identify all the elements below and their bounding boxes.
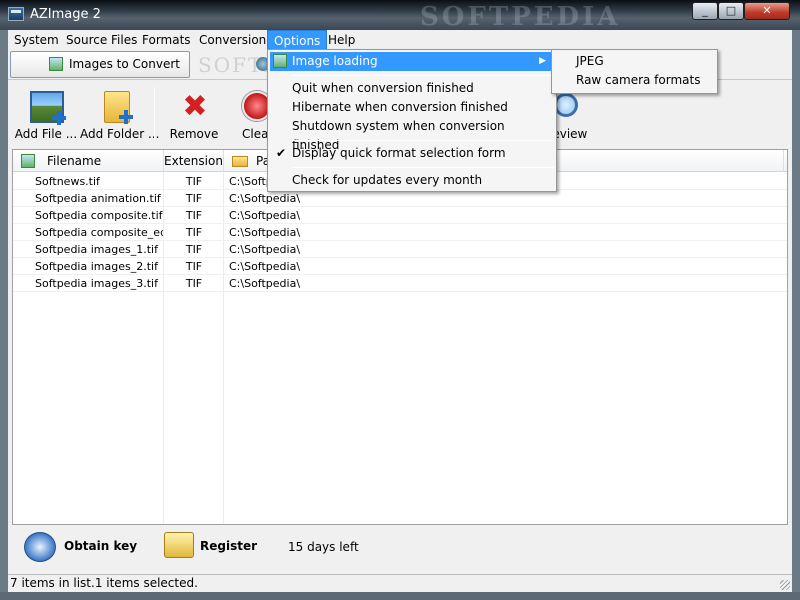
cell-extension: TIF: [185, 243, 203, 256]
image-column-icon: [21, 154, 35, 168]
cell-extension: TIF: [185, 277, 203, 290]
cell-filename: Softpedia composite_edi...: [35, 226, 163, 239]
menu-item-quick-format-label: Display quick format selection form: [292, 146, 506, 160]
close-button[interactable]: ✕: [744, 2, 790, 20]
minimize-button[interactable]: _: [692, 2, 718, 20]
status-bar: 7 items in list.1 items selected.: [8, 574, 792, 592]
submenu-item-jpeg[interactable]: JPEG: [554, 52, 714, 71]
menu-bar: System Source Files Formats Conversion O…: [8, 30, 792, 50]
obtain-key-button[interactable]: Obtain key: [24, 530, 138, 570]
checkmark-icon: ✔: [276, 146, 287, 160]
maximize-button[interactable]: □: [718, 2, 744, 20]
add-folder-icon: [104, 91, 133, 124]
column-extension[interactable]: Extension: [164, 150, 224, 172]
menu-item-image-loading-label: Image loading: [292, 54, 378, 68]
cell-path: C:\Softpedia\: [229, 226, 301, 239]
menu-item-hibernate-when-finished[interactable]: Hibernate when conversion finished: [270, 98, 554, 117]
submenu-arrow-icon: ▶: [539, 56, 546, 66]
cell-filename: Softnews.tif: [35, 175, 100, 188]
cell-extension: TIF: [185, 260, 203, 273]
registration-panel: Obtain key Register 15 days left: [8, 530, 792, 574]
magnifier-icon: [554, 93, 578, 117]
menu-item-quit-when-finished[interactable]: Quit when conversion finished: [270, 79, 554, 98]
menu-separator: [292, 140, 554, 141]
table-row[interactable]: Softpedia images_1.tif TIF C:\Softpedia\: [13, 241, 787, 258]
table-row[interactable]: Softpedia images_2.tif TIF C:\Softpedia\: [13, 258, 787, 275]
cell-extension: TIF: [185, 175, 203, 188]
image-loading-icon: [273, 54, 287, 68]
cell-path: C:\Softpedia\: [229, 243, 301, 256]
menu-item-shutdown-when-finished[interactable]: Shutdown system when conversion finished: [270, 117, 554, 152]
cell-filename: Softpedia images_3.tif: [35, 277, 158, 290]
remove-button[interactable]: ✖ Remove: [158, 87, 230, 143]
app-icon[interactable]: [8, 7, 24, 21]
title-watermark: SOFTPEDIA: [420, 2, 621, 32]
add-file-button[interactable]: Add File ...: [10, 87, 82, 143]
tab-images-to-convert-label: Images to Convert: [69, 57, 180, 71]
key-globe-icon: [24, 532, 56, 562]
table-row[interactable]: Softpedia composite.tif TIF C:\Softpedia…: [13, 207, 787, 224]
cell-path: C:\Softpedia\: [229, 260, 301, 273]
column-filename[interactable]: Filename: [13, 150, 164, 172]
menu-separator: [292, 75, 554, 76]
cell-filename: Softpedia animation.tif: [35, 192, 161, 205]
submenu-item-raw-camera-formats[interactable]: Raw camera formats: [554, 71, 714, 90]
menu-options[interactable]: Options: [267, 30, 328, 50]
trial-days-left: 15 days left: [288, 540, 359, 554]
table-row[interactable]: Softpedia images_3.tif TIF C:\Softpedia\: [13, 275, 787, 292]
menu-item-image-loading[interactable]: Image loading ▶: [270, 52, 554, 71]
options-menu: Image loading ▶ Quit when conversion fin…: [267, 49, 557, 192]
remove-label: Remove: [169, 127, 219, 141]
window-title: AZImage 2: [30, 7, 101, 22]
title-bar[interactable]: AZImage 2 SOFTPEDIA _ □ ✕: [0, 0, 800, 32]
cell-extension: TIF: [185, 192, 203, 205]
menu-formats[interactable]: Formats: [136, 30, 197, 50]
menu-item-quick-format-form[interactable]: ✔ Display quick format selection form: [270, 144, 554, 163]
add-folder-button[interactable]: Add Folder ...: [80, 87, 160, 143]
table-row[interactable]: Softpedia animation.tif TIF C:\Softpedia…: [13, 190, 787, 207]
cell-path: C:\Softpedia\: [229, 192, 301, 205]
cell-path: C:\Softpedia\: [229, 209, 301, 222]
menu-item-check-updates[interactable]: Check for updates every month: [270, 171, 554, 190]
tab-images-to-convert[interactable]: Images to Convert: [10, 51, 190, 78]
menu-system[interactable]: System: [8, 30, 65, 50]
cell-filename: Softpedia images_2.tif: [35, 260, 158, 273]
register-label: Register: [200, 539, 258, 553]
menu-help[interactable]: Help: [322, 30, 361, 50]
column-filename-label: Filename: [47, 154, 102, 168]
file-list[interactable]: Filename Extension Path Softnews.tif TIF…: [12, 149, 788, 525]
image-loading-submenu: JPEG Raw camera formats: [551, 49, 718, 94]
status-text: 7 items in list.1 items selected.: [10, 576, 198, 590]
add-file-label: Add File ...: [14, 127, 78, 141]
cell-path: C:\Softpedia\: [229, 277, 301, 290]
remove-icon: ✖: [182, 89, 208, 124]
cell-extension: TIF: [185, 209, 203, 222]
menu-conversion[interactable]: Conversion: [193, 30, 272, 50]
menu-separator: [292, 167, 554, 168]
toolbar-separator: [154, 87, 155, 139]
menu-source-files[interactable]: Source Files: [60, 30, 143, 50]
add-image-icon: [30, 91, 66, 125]
obtain-key-label: Obtain key: [64, 539, 138, 553]
cell-extension: TIF: [185, 226, 203, 239]
register-button[interactable]: Register: [164, 530, 264, 570]
images-icon: [49, 57, 63, 71]
cell-filename: Softpedia images_1.tif: [35, 243, 158, 256]
resize-grip[interactable]: [780, 580, 790, 590]
table-row[interactable]: Softpedia composite_edi... TIF C:\Softpe…: [13, 224, 787, 241]
register-icon: [164, 532, 194, 558]
cell-filename: Softpedia composite.tif: [35, 209, 163, 222]
window-border-bottom: [0, 592, 800, 600]
folder-column-icon: [232, 156, 248, 167]
add-folder-label: Add Folder ...: [80, 127, 160, 141]
